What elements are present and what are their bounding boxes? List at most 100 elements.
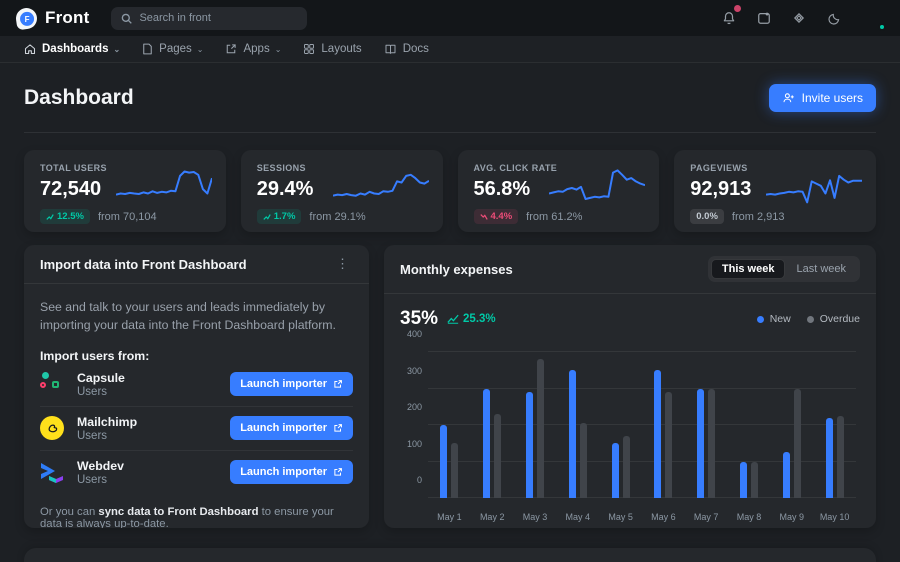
bar-overdue[interactable] [537,359,544,498]
x-axis-tick: May 2 [471,512,514,522]
chart-legend: New Overdue [757,313,860,325]
search-input[interactable] [139,12,297,24]
topbar-actions [720,6,884,30]
layers-icon[interactable] [790,9,808,27]
launch-importer-button-webdev[interactable]: Launch importer [230,460,353,484]
import-footer-note: Or you can sync data to Front Dashboard … [40,506,353,528]
file-icon [142,43,153,55]
bar-new[interactable] [569,370,576,498]
monthly-expenses-card: Monthly expenses This week Last week 35%… [384,245,876,528]
main-row: Import data into Front Dashboard ⋮ See a… [24,245,876,528]
invite-users-button[interactable]: Invite users [769,84,876,112]
bar-overdue[interactable] [794,389,801,499]
bar-new[interactable] [826,418,833,498]
y-axis-tick: 100 [400,439,422,449]
nav-item-dashboards[interactable]: Dashboards ⌄ [24,43,120,55]
online-status-dot [878,23,886,31]
bar-group-may-2[interactable] [483,352,501,498]
notifications-bell-icon[interactable] [720,9,738,27]
bar-new[interactable] [697,389,704,499]
page-title: Dashboard [24,86,134,110]
bar-group-may-4[interactable] [569,352,587,498]
bar-new[interactable] [783,452,790,498]
search-box[interactable] [111,7,307,30]
bar-group-may-9[interactable] [783,352,801,498]
bar-new[interactable] [654,370,661,498]
bar-group-may-3[interactable] [526,352,544,498]
bar-new[interactable] [740,462,747,499]
legend-dot-new [757,316,764,323]
bar-new[interactable] [440,425,447,498]
stat-card-avg-click-rate[interactable]: Avg. click rate 56.8% 4.4% from 61.2% [458,150,660,232]
sync-data-link[interactable]: sync data to Front Dashboard [98,506,258,518]
import-subtitle: Import users from: [40,349,353,363]
import-name: Webdev [77,459,124,473]
bar-group-may-6[interactable] [654,352,672,498]
front-logo-icon: F [15,6,39,30]
bar-group-may-8[interactable] [740,352,758,498]
import-data-card: Import data into Front Dashboard ⋮ See a… [24,245,369,528]
launch-icon [225,43,237,55]
bar-new[interactable] [483,389,490,499]
sparkline-chart [116,166,212,212]
x-axis-tick: May 3 [514,512,557,522]
stat-from: from 29.1% [309,211,365,223]
import-name: Mailchimp [77,415,137,429]
bar-overdue[interactable] [665,392,672,498]
y-axis-tick: 300 [400,366,422,376]
person-plus-icon [782,92,795,104]
import-type: Users [77,474,124,486]
x-axis-tick: May 10 [813,512,856,522]
stat-card-pageviews[interactable]: Pageviews 92,913 0.0% from 2,913 [674,150,876,232]
app-window-icon[interactable] [755,9,773,27]
bar-group-may-5[interactable] [612,352,630,498]
nav-item-apps[interactable]: Apps ⌄ [225,43,281,55]
bar-new[interactable] [612,443,619,498]
bar-overdue[interactable] [451,443,458,498]
launch-importer-button-capsule[interactable]: Launch importer [230,372,353,396]
toggle-this-week[interactable]: This week [711,259,786,279]
main-nav: Dashboards ⌄ Pages ⌄ Apps ⌄ Layouts Docs [0,36,900,63]
house-icon [24,43,36,55]
expenses-card-title: Monthly expenses [400,262,513,277]
legend-item-new[interactable]: New [757,313,791,325]
legend-item-overdue[interactable]: Overdue [807,313,860,325]
bar-overdue[interactable] [494,414,501,498]
bar-overdue[interactable] [580,423,587,498]
book-icon [384,43,397,55]
next-section-card-partial [24,548,876,562]
chevron-down-icon: ⌄ [113,45,120,54]
more-options-icon[interactable]: ⋮ [333,256,353,272]
bar-group-may-1[interactable] [440,352,458,498]
bar-overdue[interactable] [751,462,758,499]
x-axis-tick: May 5 [599,512,642,522]
top-navbar: F Front [0,0,900,36]
x-axis-tick: May 8 [728,512,771,522]
bar-group-may-10[interactable] [826,352,844,498]
dark-mode-moon-icon[interactable] [825,9,843,27]
x-axis-tick: May 4 [556,512,599,522]
bar-overdue[interactable] [708,389,715,499]
launch-importer-button-mailchimp[interactable]: Launch importer [230,416,353,440]
bar-new[interactable] [526,392,533,498]
brand-logo[interactable]: F Front [16,8,89,29]
sparkline-chart [766,166,862,212]
toggle-last-week[interactable]: Last week [785,259,857,279]
chevron-down-icon: ⌄ [197,45,204,54]
nav-item-layouts[interactable]: Layouts [303,43,361,55]
import-name: Capsule [77,371,125,385]
bar-overdue[interactable] [837,416,844,498]
bar-overdue[interactable] [623,436,630,498]
mailchimp-logo-icon [40,415,66,441]
trend-down-icon [480,213,488,221]
bar-group-may-7[interactable] [697,352,715,498]
monthly-expenses-bar-chart[interactable]: 0100200300400 May 1May 2May 3May 4May 5M… [400,344,860,522]
import-description: See and talk to your users and leads imm… [40,298,353,335]
trend-badge: 1.7% [257,209,302,224]
user-avatar[interactable] [860,6,884,30]
brand-name: Front [45,8,89,28]
nav-item-pages[interactable]: Pages ⌄ [142,43,203,55]
stat-card-sessions[interactable]: Sessions 29.4% 1.7% from 29.1% [241,150,443,232]
stat-card-total-users[interactable]: Total users 72,540 12.5% from 70,104 [24,150,226,232]
nav-item-docs[interactable]: Docs [384,43,429,55]
